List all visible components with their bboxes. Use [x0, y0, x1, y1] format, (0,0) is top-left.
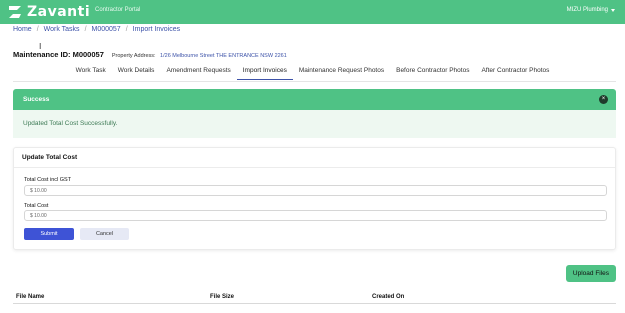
success-alert-message: Updated Total Cost Successfully.	[23, 120, 118, 127]
brand-logo[interactable]: Zavanti	[6, 3, 90, 21]
top-navbar: Zavanti Contractor Portal MIZU Plumbing	[0, 0, 625, 24]
property-address-label: Property Address:	[111, 53, 156, 59]
breadcrumb-current: Import Invoices	[132, 26, 181, 33]
tab-before-contractor-photos[interactable]: Before Contractor Photos	[390, 65, 475, 80]
breadcrumb-home[interactable]: Home	[13, 26, 32, 33]
card-title: Update Total Cost	[22, 154, 78, 161]
breadcrumb-separator: /	[36, 26, 39, 33]
total-cost-incl-gst-value: $ 10.00	[30, 187, 47, 194]
zavanti-logo-icon	[9, 6, 21, 18]
breadcrumb-separator: /	[84, 26, 87, 33]
breadcrumb-work-tasks[interactable]: Work Tasks	[44, 26, 80, 33]
column-header-file-name[interactable]: File Name	[16, 294, 44, 300]
tab-bar: Work Task Work Details Amendment Request…	[0, 65, 625, 80]
total-cost-value: $ 10.00	[30, 212, 47, 219]
portal-label: Contractor Portal	[95, 7, 141, 13]
tab-maintenance-request-photos[interactable]: Maintenance Request Photos	[293, 65, 390, 80]
total-cost-label: Total Cost	[24, 203, 49, 209]
column-header-created-on[interactable]: Created On	[372, 294, 404, 300]
tab-import-invoices[interactable]: Import Invoices	[236, 65, 293, 80]
breadcrumb: Home / Work Tasks / M000057 / Import Inv…	[13, 26, 180, 33]
tab-work-details[interactable]: Work Details	[112, 65, 161, 80]
table-header-divider	[13, 303, 616, 304]
breadcrumb-task-id[interactable]: M000057	[92, 26, 121, 33]
text-cursor-icon: I	[39, 42, 42, 51]
tab-amendment-requests[interactable]: Amendment Requests	[160, 65, 236, 80]
submit-button[interactable]: Submit	[24, 228, 74, 240]
total-cost-incl-gst-label: Total Cost incl GST	[24, 177, 72, 183]
user-menu-label: MIZU Plumbing	[566, 7, 608, 13]
chevron-down-icon	[611, 8, 615, 12]
tab-divider	[13, 81, 616, 82]
update-total-cost-card: Update Total Cost Total Cost incl GST $ …	[13, 147, 616, 250]
close-icon[interactable]: ×	[599, 95, 608, 104]
maintenance-info: Maintenance ID: M000057 Property Address…	[13, 44, 287, 62]
success-alert-title: Success	[23, 96, 50, 103]
upload-files-button[interactable]: Upload Files	[566, 265, 616, 282]
property-address-link[interactable]: 1/26 Melbourne Street THE ENTRANCE NSW 2…	[160, 53, 287, 59]
total-cost-incl-gst-input[interactable]: $ 10.00	[24, 185, 607, 196]
success-alert-header: Success ×	[13, 89, 616, 110]
user-menu[interactable]: MIZU Plumbing	[567, 7, 615, 13]
brand-name: Zavanti	[27, 4, 91, 20]
tab-work-task[interactable]: Work Task	[70, 65, 112, 80]
breadcrumb-separator: /	[125, 26, 128, 33]
cancel-button[interactable]: Cancel	[80, 228, 129, 240]
total-cost-input[interactable]: $ 10.00	[24, 210, 607, 221]
card-divider	[14, 167, 615, 168]
tab-after-contractor-photos[interactable]: After Contractor Photos	[475, 65, 555, 80]
column-header-file-size[interactable]: File Size	[210, 294, 234, 300]
success-alert-body: Updated Total Cost Successfully.	[13, 110, 616, 138]
maintenance-id: Maintenance ID: M000057	[13, 50, 104, 59]
